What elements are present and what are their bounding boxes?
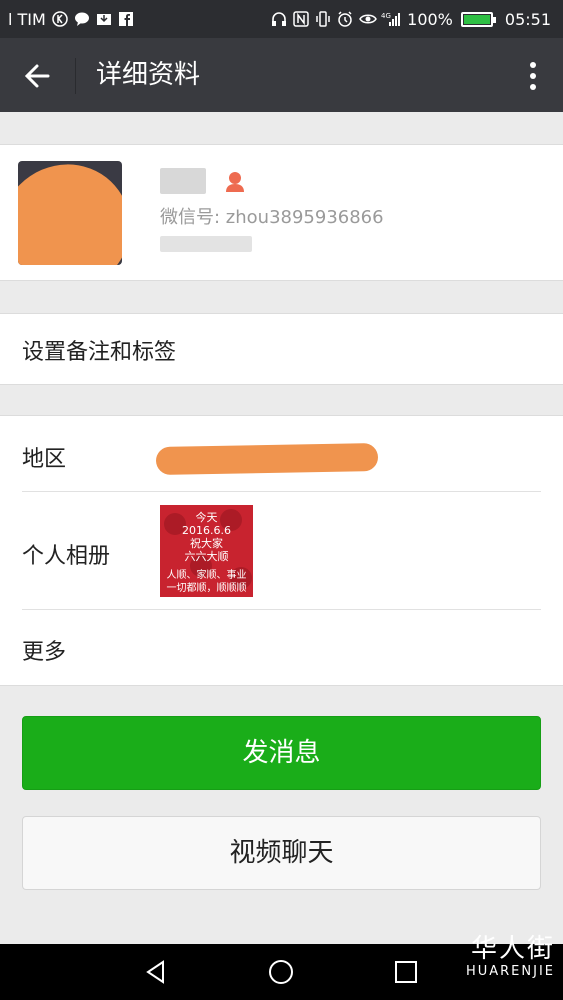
clock: 05:51 — [504, 9, 551, 29]
battery-icon — [460, 11, 496, 27]
nickname-redacted — [160, 168, 206, 194]
mail-download-icon — [96, 11, 112, 27]
remark-card[interactable]: 设置备注和标签 — [0, 313, 563, 385]
back-arrow-icon[interactable] — [18, 56, 58, 96]
wechat-id: 微信号: zhou3895936866 — [160, 207, 384, 228]
album-text: 人顺、家顺、事业 — [166, 570, 247, 581]
title-bar: 详细资料 — [0, 38, 563, 112]
facebook-icon — [118, 11, 134, 27]
nav-recents-icon[interactable] — [376, 944, 436, 1000]
headphones-icon — [271, 11, 287, 27]
battery-percent: 100% — [407, 9, 453, 29]
region-label: 地区 — [22, 447, 67, 472]
title-divider — [75, 58, 76, 94]
k-circle-icon — [52, 11, 68, 27]
vibrate-icon — [315, 11, 331, 27]
more-label: 更多 — [22, 640, 67, 665]
watermark-logo: 华人街 HUARENJIE — [466, 934, 555, 980]
send-message-button[interactable]: 发消息 — [22, 716, 541, 790]
chat-bubble-icon — [74, 11, 90, 27]
album-thumbnail[interactable]: 今天 2016.6.6 祝大家 六六大顺 人顺、家顺、事业 一切都顺，顺顺顺 — [160, 505, 253, 597]
watermark-cn: 华人街 — [470, 934, 555, 964]
status-bar: l TIM 4G 100% 05:51 — [0, 0, 563, 38]
more-vertical-icon[interactable] — [523, 56, 543, 96]
profile-region-redacted — [160, 236, 252, 252]
page-title: 详细资料 — [96, 60, 201, 90]
nav-home-icon[interactable] — [251, 944, 311, 1000]
avatar[interactable] — [18, 161, 122, 265]
watermark-en: HUARENJIE — [465, 964, 555, 979]
album-text: 2016.6.6 — [182, 524, 231, 537]
divider — [22, 609, 541, 610]
video-chat-button[interactable]: 视频聊天 — [22, 816, 541, 890]
album-label: 个人相册 — [22, 544, 111, 569]
remark-label: 设置备注和标签 — [22, 340, 177, 365]
divider — [22, 491, 541, 492]
album-text: 六六大顺 — [184, 550, 229, 563]
svg-text:4G: 4G — [381, 12, 391, 20]
album-text: 祝大家 — [190, 537, 223, 550]
female-icon — [224, 170, 246, 194]
region-value-redacted — [155, 443, 379, 475]
nfc-icon — [293, 11, 309, 27]
nav-back-icon[interactable] — [126, 944, 186, 1000]
signal-4g-icon: 4G — [381, 11, 401, 27]
alarm-icon — [337, 11, 353, 27]
carrier-label: l TIM — [8, 9, 46, 29]
eye-icon — [359, 11, 378, 27]
album-text: 一切都顺，顺顺顺 — [166, 583, 247, 594]
album-text: 今天 — [195, 511, 218, 524]
